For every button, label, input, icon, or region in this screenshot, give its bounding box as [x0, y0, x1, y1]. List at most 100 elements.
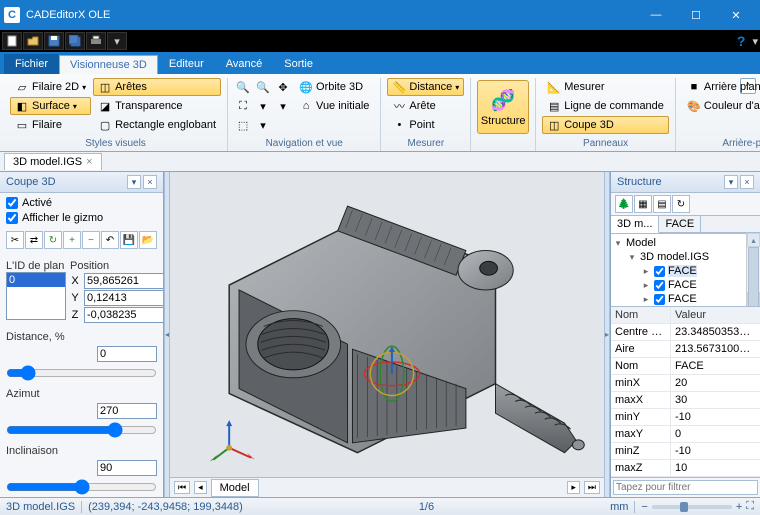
plane-id-list[interactable]: 0	[6, 272, 66, 320]
face-checkbox[interactable]	[654, 266, 665, 277]
panel-cmdline-button[interactable]: ▤Ligne de commande	[542, 97, 669, 115]
panel-close-icon[interactable]: ×	[143, 175, 157, 189]
qat-save-icon[interactable]	[44, 32, 64, 50]
nav-blank1-icon[interactable]: ▾	[254, 97, 272, 115]
panel-dropdown-icon[interactable]: ▾	[127, 175, 141, 189]
model-space-tab[interactable]: Model	[211, 479, 259, 497]
zoom-fit-icon[interactable]: ⛶	[746, 500, 754, 513]
surface-button[interactable]: ◧Surface▾	[10, 97, 91, 115]
nav-blank2-icon[interactable]: ▾	[254, 116, 272, 134]
prop-row[interactable]: maxX30	[611, 392, 760, 409]
help-dropdown-icon[interactable]: ▾	[752, 35, 758, 48]
bg-color-button[interactable]: 🎨Couleur d'arrière-plan	[682, 97, 760, 115]
nav-pan-icon[interactable]: ✥	[274, 78, 292, 96]
zoom-slider[interactable]	[652, 505, 732, 509]
bbox-button[interactable]: ▢Rectangle englobant	[93, 116, 221, 134]
struct-filter-icon[interactable]: ▤	[653, 195, 671, 213]
tool-undo-icon[interactable]: ↶	[101, 231, 119, 249]
initial-view-button[interactable]: ⌂Vue initiale	[294, 97, 374, 115]
prop-row[interactable]: Aire213.567310070647	[611, 341, 760, 358]
distance-button[interactable]: 📏Distance▾	[387, 78, 464, 96]
pos-x-input[interactable]	[84, 273, 163, 289]
3d-canvas[interactable]	[170, 172, 604, 477]
nav-iso-icon[interactable]: ⬚	[234, 116, 252, 134]
structure-close-icon[interactable]: ×	[740, 175, 754, 189]
vp-first-icon[interactable]: ⏮	[174, 481, 190, 494]
tab-view3d[interactable]: Visionneuse 3D	[59, 55, 158, 74]
tree-face-row[interactable]: ▸ FACE	[613, 292, 744, 306]
qat-new-icon[interactable]	[2, 32, 22, 50]
azimuth-slider[interactable]	[6, 422, 157, 438]
struct-refresh-icon[interactable]: ↻	[672, 195, 690, 213]
tool-refresh-icon[interactable]: ↻	[44, 231, 62, 249]
tool-add-icon[interactable]: +	[63, 231, 81, 249]
subtab-face[interactable]: FACE	[659, 216, 701, 232]
face-checkbox[interactable]	[654, 280, 665, 291]
vp-last-icon[interactable]: ⏭	[584, 481, 600, 494]
zoom-in-icon[interactable]: +	[736, 501, 742, 513]
prop-row[interactable]: minY-10	[611, 409, 760, 426]
tool-open-icon[interactable]: 📂	[139, 231, 157, 249]
close-button[interactable]: ✕	[716, 0, 756, 30]
struct-expand-icon[interactable]: ▦	[634, 195, 652, 213]
tool-flip-icon[interactable]: ⇄	[25, 231, 43, 249]
qat-open-icon[interactable]	[23, 32, 43, 50]
nav-zoom-in-icon[interactable]: 🔍	[234, 78, 252, 96]
tool-cut-icon[interactable]: ✂	[6, 231, 24, 249]
tab-output[interactable]: Sortie	[273, 54, 324, 74]
edges-button[interactable]: ◫Arêtes	[93, 78, 221, 96]
tool-save-icon[interactable]: 💾	[120, 231, 138, 249]
prop-row[interactable]: maxY0	[611, 426, 760, 443]
document-tab[interactable]: 3D model.IGS ×	[4, 153, 102, 170]
subtab-3dm[interactable]: 3D m...	[611, 216, 659, 233]
transparency-button[interactable]: ◪Transparence	[93, 97, 221, 115]
face-checkbox[interactable]	[654, 294, 665, 305]
wire2d-button[interactable]: ▱Filaire 2D▾	[10, 78, 91, 96]
wire-button[interactable]: ▭Filaire	[10, 116, 91, 134]
tab-advanced[interactable]: Avancé	[215, 54, 274, 74]
panel-coupe-button[interactable]: ◫Coupe 3D	[542, 116, 669, 134]
tilt-input[interactable]	[97, 460, 157, 476]
qat-dropdown-icon[interactable]: ▾	[107, 32, 127, 50]
azimuth-input[interactable]	[97, 403, 157, 419]
prop-header-name[interactable]: Nom	[611, 307, 671, 323]
active-checkbox[interactable]	[6, 197, 18, 209]
distance-slider[interactable]	[6, 365, 157, 381]
orbit-button[interactable]: 🌐Orbite 3D	[294, 78, 374, 96]
structure-dropdown-icon[interactable]: ▾	[724, 175, 738, 189]
bg-black-button[interactable]: ■Arrière plan noir	[682, 78, 760, 96]
tool-remove-icon[interactable]: −	[82, 231, 100, 249]
vp-prev-icon[interactable]: ◂	[194, 481, 207, 494]
pos-y-input[interactable]	[84, 290, 163, 306]
prop-header-value[interactable]: Valeur	[671, 307, 760, 323]
vp-next-icon[interactable]: ▸	[567, 481, 580, 494]
prop-row[interactable]: NomFACE	[611, 358, 760, 375]
tree-face-row[interactable]: ▸ FACE	[613, 264, 744, 278]
tree-root[interactable]: Model	[626, 237, 656, 249]
maximize-button[interactable]: ☐	[676, 0, 716, 30]
tree-scrollbar[interactable]: ▴ ▾	[746, 233, 760, 306]
tab-editor[interactable]: Editeur	[158, 54, 215, 74]
pos-z-input[interactable]	[84, 307, 163, 323]
panel-measure-button[interactable]: 📐Mesurer	[542, 78, 669, 96]
nav-zoom-out-icon[interactable]: 🔍	[254, 78, 272, 96]
edge-measure-button[interactable]: 〰Arête	[387, 97, 464, 115]
tree-file[interactable]: 3D model.IGS	[640, 251, 709, 263]
minimize-button[interactable]: —	[636, 0, 676, 30]
gizmo-checkbox[interactable]	[6, 212, 18, 224]
tree-face-row[interactable]: ▸ FACE	[613, 278, 744, 292]
prop-row[interactable]: Centre de masses23.34850353601...	[611, 324, 760, 341]
point-button[interactable]: •Point	[387, 116, 464, 134]
nav-zoom-fit-icon[interactable]: ⛶	[234, 97, 252, 115]
filter-input[interactable]	[613, 480, 758, 495]
tab-file[interactable]: Fichier	[4, 54, 59, 74]
zoom-out-icon[interactable]: −	[641, 501, 647, 513]
close-tab-icon[interactable]: ×	[86, 156, 92, 168]
distance-input[interactable]	[97, 346, 157, 362]
prop-row[interactable]: minX20	[611, 375, 760, 392]
nav-blank3-icon[interactable]: ▾	[274, 97, 292, 115]
help-icon[interactable]: ?	[737, 33, 746, 49]
qat-print-icon[interactable]	[86, 32, 106, 50]
structure-tree[interactable]: ▾Model ▾3D model.IGS ▸ FACE▸ FACE▸ FACE▸…	[611, 233, 746, 306]
prop-row[interactable]: maxZ10	[611, 460, 760, 477]
